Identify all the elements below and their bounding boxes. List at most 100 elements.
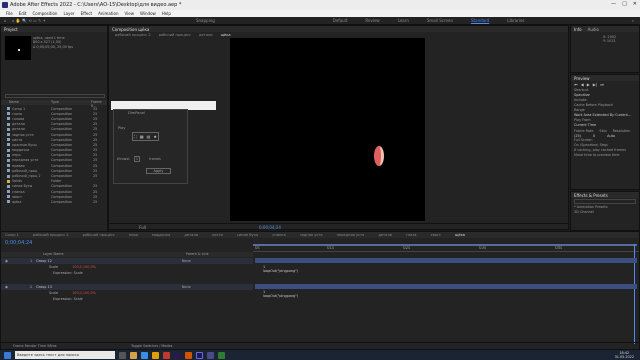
search-icon[interactable]: ⌕ xyxy=(632,18,634,23)
breadcrumb-3[interactable]: щёка xyxy=(221,33,231,37)
ae-icon[interactable] xyxy=(196,351,203,359)
project-search-input[interactable] xyxy=(5,94,105,98)
resolution-select[interactable]: Auto xyxy=(607,134,615,138)
next-frame-icon[interactable]: ▶| xyxy=(593,82,597,87)
fps-select[interactable]: (25) xyxy=(574,134,581,138)
maximize-icon[interactable]: □ xyxy=(622,1,627,7)
menu-0[interactable]: File xyxy=(6,11,13,16)
app-icon[interactable] xyxy=(163,351,170,359)
minimize-icon[interactable]: — xyxy=(611,1,616,7)
effects-tab[interactable]: Effects & Presets xyxy=(574,193,608,198)
breadcrumb-1[interactable]: рабочий процесс xyxy=(159,33,191,37)
app2-icon[interactable] xyxy=(218,351,225,359)
workspace-5[interactable]: Libraries xyxy=(507,18,524,23)
property-value[interactable]: 100,0,100,0% xyxy=(72,291,96,295)
project-item[interactable]: щёка Composition 25 xyxy=(1,199,107,204)
layer-name[interactable]: Group 13 xyxy=(36,285,52,289)
menu-4[interactable]: Effect xyxy=(81,11,93,16)
zoom-select[interactable]: Full xyxy=(139,225,146,230)
preview-tab[interactable]: Preview xyxy=(574,76,590,81)
timeline-tab-1[interactable]: рабочий процесс 2 xyxy=(33,233,69,237)
menu-8[interactable]: Help xyxy=(162,11,171,16)
pr-icon[interactable] xyxy=(207,351,214,359)
workspace-2[interactable]: Learn xyxy=(398,18,409,23)
snapping-toggle[interactable]: Snapping xyxy=(196,18,215,23)
tools-icons[interactable]: ▸ ✋ 🔍 ⟲ ▭ ✎ ✦ xyxy=(13,18,46,23)
timeline-tab-11[interactable]: детали xyxy=(378,233,392,237)
timeline-tab-12[interactable]: глаза xyxy=(406,233,417,237)
ps-icon[interactable] xyxy=(174,351,181,359)
frames-input[interactable]: 1 xyxy=(134,156,140,162)
edge-icon[interactable] xyxy=(141,351,148,359)
taskbar-search-input[interactable]: Введите здесь текст для поиска xyxy=(15,351,115,359)
comp-tab[interactable]: Composition щёка xyxy=(112,27,149,32)
property-value[interactable]: 100,0,100,0% xyxy=(72,265,96,269)
timeline-tab-3[interactable]: перо xyxy=(129,233,138,237)
timeline-tab-10[interactable]: передняя уста xyxy=(337,233,365,237)
expression-code[interactable]: loopOut("pingpong") xyxy=(263,294,298,298)
first-frame-icon[interactable]: ⏮ xyxy=(574,82,578,87)
project-tab[interactable]: Project xyxy=(4,27,18,32)
grid-icon[interactable]: ▦ xyxy=(140,134,144,139)
task-view-icon[interactable] xyxy=(119,351,126,359)
timeline-tab-0[interactable]: Comp 1 xyxy=(5,233,19,237)
visibility-icon[interactable]: ◉ xyxy=(5,285,8,289)
timeline-tab-2[interactable]: рабочий процесс xyxy=(83,233,115,237)
comp-viewer[interactable] xyxy=(230,38,425,221)
explorer-icon[interactable] xyxy=(130,351,137,359)
timeline-tab-6[interactable]: кисти xyxy=(212,233,223,237)
parent-select[interactable]: None xyxy=(182,259,191,263)
apply-button[interactable]: Apply xyxy=(146,168,171,174)
workspace-1[interactable]: Review xyxy=(365,18,379,23)
skip-input[interactable]: 0 xyxy=(593,134,595,138)
visibility-icon[interactable]: ◉ xyxy=(5,259,8,263)
comp-timecode[interactable]: 0;00;04;24 xyxy=(259,225,281,230)
expression-editor-2[interactable]: 1 loopOut("pingpong") xyxy=(263,290,298,298)
last-frame-icon[interactable]: ⏭ xyxy=(600,82,604,87)
menu-2[interactable]: Composition xyxy=(32,11,57,16)
workspace-4[interactable]: Standard xyxy=(471,18,489,23)
start-icon[interactable] xyxy=(4,351,11,359)
timeline-tab-7[interactable]: синие бусы xyxy=(237,233,259,237)
menu-1[interactable]: Edit xyxy=(19,11,27,16)
workspace-0[interactable]: Default xyxy=(333,18,348,23)
layer-track-1[interactable] xyxy=(255,258,637,263)
timeline-tab-5[interactable]: детали xyxy=(184,233,198,237)
effects-search-input[interactable] xyxy=(574,199,636,204)
home-icon[interactable]: ⌂ xyxy=(4,18,7,23)
3d-channel-item[interactable]: 3D Channel xyxy=(574,210,639,215)
toggle-switches-modes[interactable]: Toggle Switches / Modes xyxy=(131,344,172,348)
prev-frame-icon[interactable]: ◀ xyxy=(581,82,584,87)
timeline-timecode[interactable]: 0;00;04;24 xyxy=(5,240,32,246)
timeline-tab-9[interactable]: задняя уста xyxy=(300,233,323,237)
clock[interactable]: 18:42 31.05.2022 xyxy=(615,351,634,359)
info-tab[interactable]: Info xyxy=(574,27,582,32)
layers-icon[interactable]: ▤ xyxy=(147,134,151,139)
ai-icon[interactable] xyxy=(185,351,192,359)
menu-7[interactable]: Window xyxy=(140,11,156,16)
frame-icon[interactable]: ⛶ xyxy=(134,134,137,139)
chrome-icon[interactable] xyxy=(152,351,159,359)
timeline-tab-14[interactable]: щёка xyxy=(455,233,465,237)
composition-icon xyxy=(7,122,10,126)
timeline-tab-8[interactable]: спинка xyxy=(272,233,285,237)
timeline-tab-13[interactable]: хвост xyxy=(431,233,442,237)
audio-tab[interactable]: Audio xyxy=(588,27,599,32)
layer-track-2[interactable] xyxy=(255,284,637,289)
expression-code[interactable]: loopOut("pingpong") xyxy=(263,269,298,273)
work-area-bar[interactable] xyxy=(253,244,637,246)
timeline-tab-4[interactable]: мордочка xyxy=(152,233,170,237)
menu-5[interactable]: Animation xyxy=(98,11,118,16)
expression-editor-1[interactable]: 1 loopOut("pingpong") xyxy=(263,265,298,273)
close-icon[interactable]: ✕ xyxy=(633,1,637,7)
parent-select[interactable]: None xyxy=(182,285,191,289)
move-time-checkbox[interactable]: Move time to preview time xyxy=(574,153,639,158)
menu-3[interactable]: Layer xyxy=(63,11,74,16)
breadcrumb-0[interactable]: рабочий процесс 2 xyxy=(115,33,151,37)
workspace-3[interactable]: Small Screen xyxy=(427,18,453,23)
menu-6[interactable]: View xyxy=(125,11,135,16)
star-icon[interactable]: ★ xyxy=(153,134,157,139)
breadcrumb-2[interactable]: детали xyxy=(199,33,213,37)
play-icon[interactable]: ▶ xyxy=(587,82,590,87)
layer-name[interactable]: Group 12 xyxy=(36,259,52,263)
